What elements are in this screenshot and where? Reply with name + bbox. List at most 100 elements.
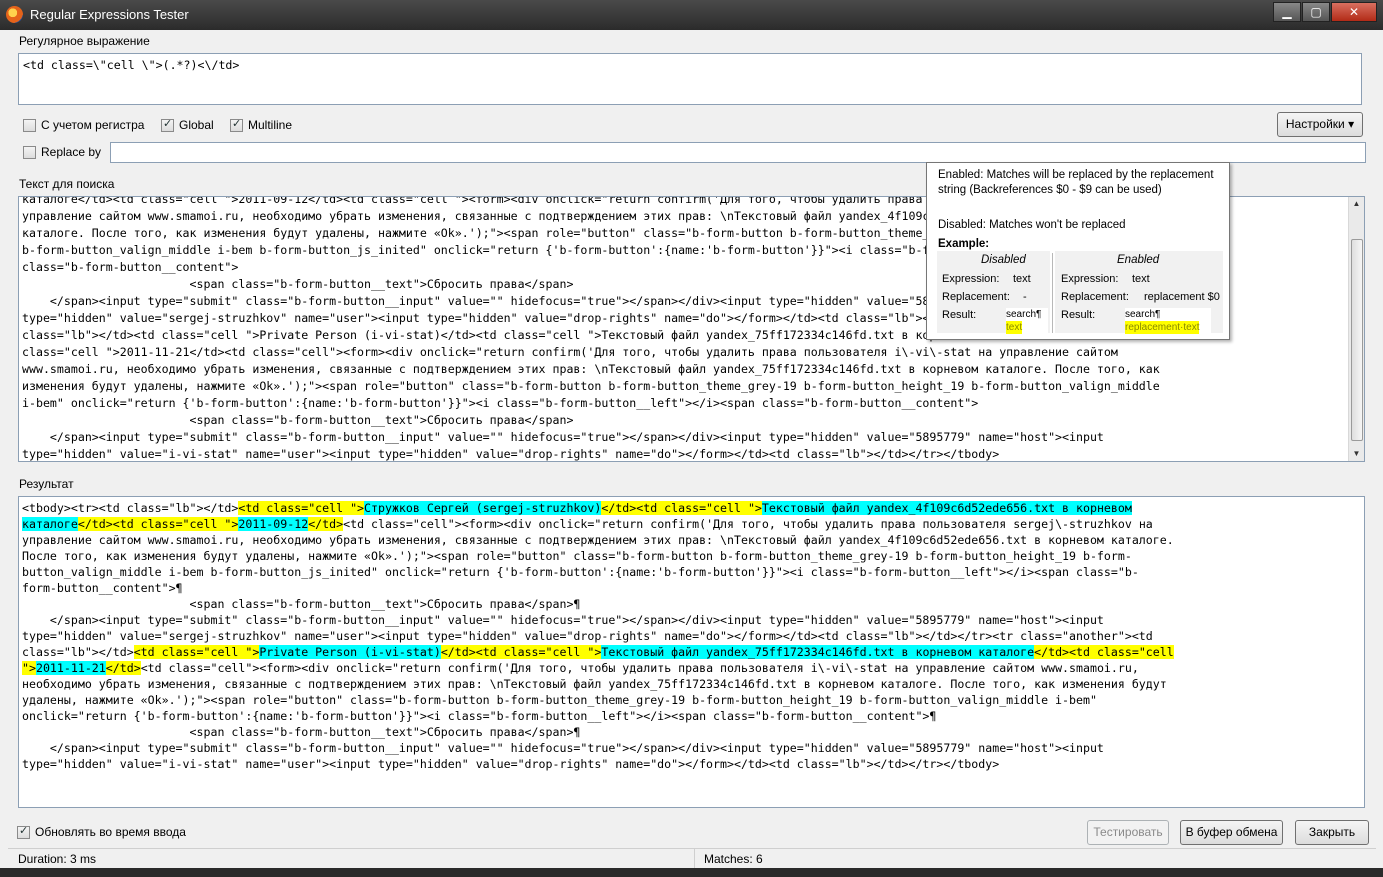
group-highlight: Текстовый файл yandex_4f109c6d52ede656.t…	[761, 501, 1132, 515]
case-sensitive-label: С учетом регистра	[41, 118, 145, 132]
status-bar: Duration: 3 ms Matches: 6	[8, 848, 1376, 869]
match-highlight: ">	[22, 661, 36, 675]
group-highlight: 2011-11-21	[35, 661, 106, 675]
search-text-line: изменения будут удалены, нажмите «Ok».')…	[22, 379, 1160, 393]
disabled-result-line2: text	[1006, 321, 1023, 334]
disabled-result-line1: search¶	[1006, 309, 1042, 320]
tooltip-enabled-text: Enabled: Matches will be replaced by the…	[938, 169, 1214, 196]
maximize-button[interactable]: ▢	[1302, 2, 1330, 22]
group-highlight: 2011-09-12	[238, 517, 309, 531]
disabled-expression-value: text	[1013, 273, 1031, 285]
global-checkbox[interactable]	[161, 117, 174, 132]
group-highlight: Текстовый файл yandex_75ff172334c146fd.t…	[601, 645, 1035, 659]
disabled-col-title: Disabled	[981, 254, 1026, 266]
scroll-up-arrow-icon[interactable]: ▲	[1349, 197, 1364, 211]
scroll-thumb[interactable]	[1351, 239, 1363, 441]
taskbar-strip	[0, 868, 1383, 877]
enabled-replacement-label: Replacement:	[1061, 291, 1129, 303]
result-text-segment: <span class="b-form-button__text">Сброси…	[22, 597, 581, 611]
result-text-segment: управление сайтом www.smamoi.ru, необход…	[22, 533, 1174, 547]
result-text-segment: <td class="cell"><form><div onclick="ret…	[343, 517, 1153, 531]
result-text-line: <span class="b-form-button__text">Сброси…	[22, 596, 1357, 612]
disabled-replacement-value: -	[1023, 291, 1027, 303]
result-text-line: type="hidden" value="i-vi-stat" name="us…	[22, 756, 1357, 772]
tooltip-disabled-column: Disabled Expression: text Replacement: -…	[937, 251, 1050, 334]
result-text-segment: form-button__content">¶	[22, 581, 183, 595]
app-window: Regular Expressions Tester ▁ ▢ ✕ Регуляр…	[0, 0, 1383, 877]
result-label: Результат	[19, 477, 74, 491]
search-text-line: i-bem" onclick="return {'b-form-button':…	[22, 396, 979, 410]
enabled-result-line1: search¶	[1125, 309, 1161, 320]
result-text-segment: class="lb"></td>	[22, 645, 134, 659]
title-bar[interactable]: Regular Expressions Tester ▁ ▢ ✕	[0, 0, 1383, 30]
test-button[interactable]: Тестировать	[1087, 820, 1169, 845]
firefox-icon	[6, 6, 23, 23]
replace-checkbox[interactable]	[23, 146, 36, 159]
group-highlight: Стружков Сергей (sergej-struzhkov)	[364, 501, 602, 515]
result-text-line: class="lb"></td><td class="cell ">Privat…	[22, 644, 1357, 660]
result-text-line: onclick="return {'b-form-button':{name:'…	[22, 708, 1357, 724]
status-divider	[694, 849, 695, 869]
result-text-segment: type="hidden" value="sergej-struzhkov" n…	[22, 629, 1153, 643]
result-text-segment: <span class="b-form-button__text">Сброси…	[22, 725, 581, 739]
global-label: Global	[179, 118, 214, 132]
match-highlight: </td><td class="cell ">	[601, 501, 762, 515]
close-button[interactable]: Закрыть	[1295, 820, 1369, 845]
result-text-line: </span><input type="submit" class="b-for…	[22, 612, 1357, 628]
result-text-segment: необходимо убрать изменения, связанные с…	[22, 677, 1167, 691]
window-controls: ▁ ▢ ✕	[1272, 2, 1377, 22]
regex-input[interactable]: <td class=\"cell \">(.*?)<\/td>	[18, 53, 1362, 105]
tooltip-disabled-text: Disabled: Matches won't be replaced	[938, 219, 1126, 231]
enabled-result-line2: replacement·text	[1125, 321, 1200, 334]
result-text-line: ">2011-11-21</td><td class="cell"><form>…	[22, 660, 1357, 676]
result-text-segment: type="hidden" value="i-vi-stat" name="us…	[22, 757, 1000, 771]
result-text-line: <span class="b-form-button__text">Сброси…	[22, 724, 1357, 740]
result-text-line: <tbody><tr><td class="lb"></td><td class…	[22, 500, 1357, 516]
replace-input[interactable]	[110, 142, 1366, 163]
live-update-checkbox[interactable]	[17, 824, 30, 839]
minimize-button[interactable]: ▁	[1273, 2, 1301, 22]
search-scrollbar[interactable]: ▲ ▼	[1348, 197, 1364, 461]
result-text-area[interactable]: <tbody><tr><td class="lb"></td> <td class…	[18, 496, 1365, 808]
multiline-label: Multiline	[248, 118, 293, 132]
tooltip-column-divider	[1052, 253, 1053, 333]
window-title: Regular Expressions Tester	[30, 7, 189, 22]
live-update-label: Обновлять во время ввода	[35, 825, 186, 839]
replace-tooltip: Enabled: Matches will be replaced by the…	[926, 162, 1230, 340]
enabled-replacement-value: replacement $0	[1144, 291, 1220, 303]
settings-dropdown-button[interactable]: Настройки ▾	[1277, 112, 1363, 137]
enabled-expression-label: Expression:	[1061, 273, 1119, 285]
match-highlight: </td>	[105, 661, 141, 675]
match-highlight: </td><td class="cell ">	[440, 645, 602, 659]
search-text-line: type="hidden" value="i-vi-stat" name="us…	[22, 447, 1000, 461]
search-text-line: <span class="b-form-button__text">Сброси…	[22, 413, 574, 427]
regex-label: Регулярное выражение	[19, 34, 150, 48]
result-text-line: удалены, нажмите «Ok».');"><span role="b…	[22, 692, 1357, 708]
search-text-line: www.smamoi.ru, необходимо убрать изменен…	[22, 362, 1160, 376]
result-text-line: button_valign_middle i-bem b-form-button…	[22, 564, 1357, 580]
scroll-down-arrow-icon[interactable]: ▼	[1349, 447, 1364, 461]
result-text-line: необходимо убрать изменения, связанные с…	[22, 676, 1357, 692]
copy-to-clipboard-button[interactable]: В буфер обмена	[1180, 820, 1283, 845]
result-text-segment: После того, как изменения будут удалены,…	[22, 549, 1132, 563]
result-text-line: type="hidden" value="sergej-struzhkov" n…	[22, 628, 1357, 644]
search-text-line: </span><input type="submit" class="b-for…	[22, 430, 1104, 444]
result-text-segment: <tbody><tr><td class="lb"></td>	[22, 501, 239, 515]
result-text-segment: </span><input type="submit" class="b-for…	[22, 741, 1104, 755]
disabled-result-label: Result:	[942, 309, 977, 321]
result-text-line: После того, как изменения будут удалены,…	[22, 548, 1357, 564]
case-sensitive-checkbox[interactable]	[23, 119, 36, 132]
result-text-segment: <td class="cell"><form><div onclick="ret…	[140, 661, 1139, 675]
result-text-segment: onclick="return {'b-form-button':{name:'…	[22, 709, 937, 723]
multiline-checkbox[interactable]	[230, 117, 243, 132]
enabled-result-label: Result:	[1061, 309, 1096, 321]
result-text-segment: button_valign_middle i-bem b-form-button…	[22, 565, 1139, 579]
enabled-expression-value: text	[1132, 273, 1150, 285]
group-highlight: Private Person (i-vi-stat)	[259, 645, 441, 659]
enabled-col-title: Enabled	[1117, 254, 1160, 266]
close-window-button[interactable]: ✕	[1331, 2, 1377, 22]
result-text-line: </span><input type="submit" class="b-for…	[22, 740, 1357, 756]
match-highlight: </td><td class="cell	[1034, 645, 1174, 659]
group-highlight: каталоге	[22, 517, 78, 531]
result-text-content: <tbody><tr><td class="lb"></td> <td class…	[22, 500, 1357, 772]
